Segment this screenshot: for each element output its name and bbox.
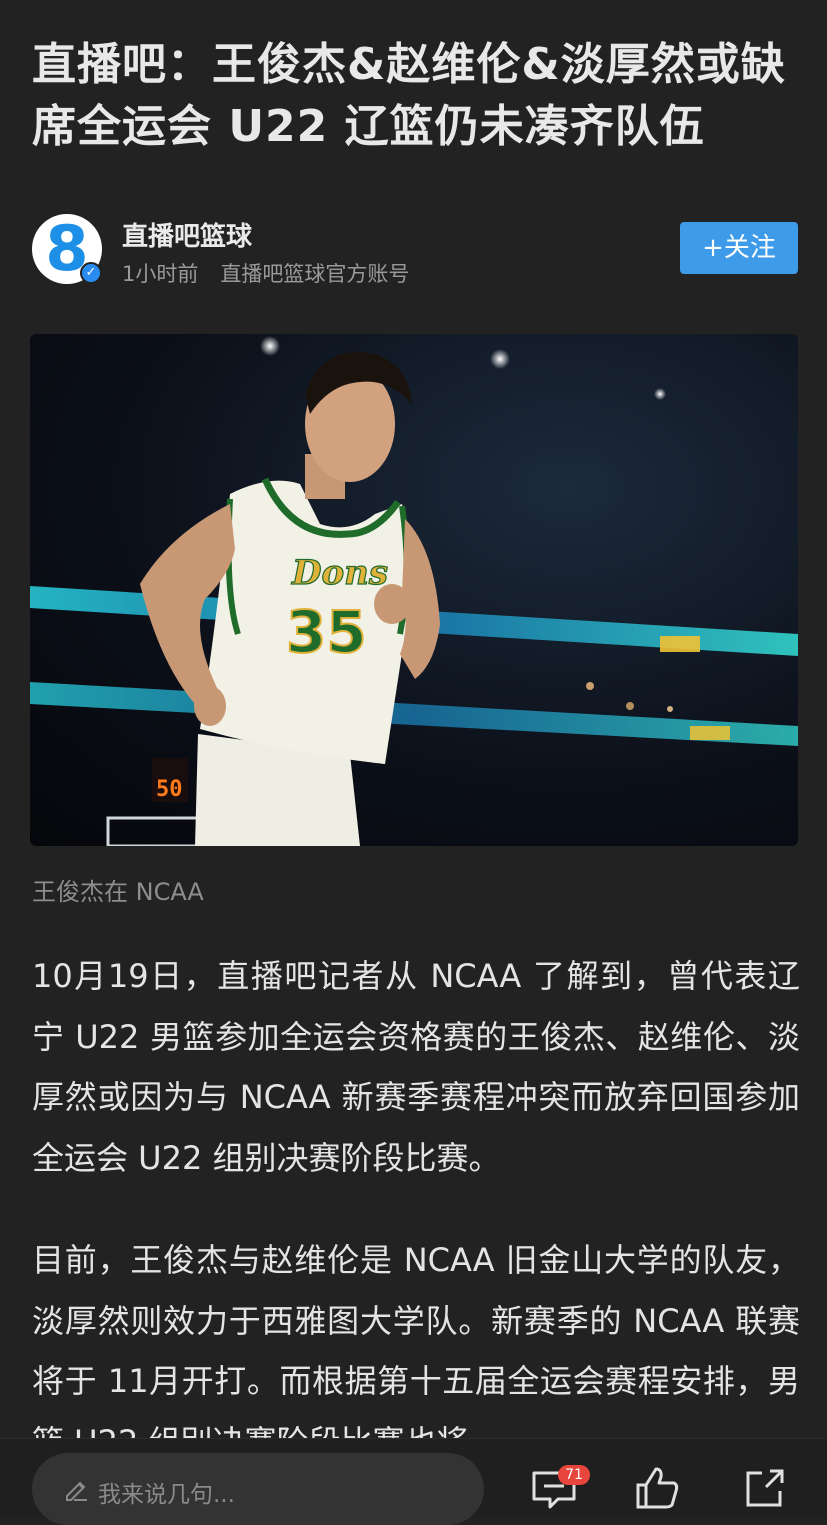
jersey-text: Dons bbox=[291, 553, 388, 593]
pencil-icon bbox=[66, 1481, 87, 1501]
jersey-number: 35 bbox=[286, 598, 367, 666]
bottom-action-bar: 我来说几句... 71 bbox=[0, 1438, 827, 1525]
article-title: 直播吧：王俊杰&赵维伦&淡厚然或缺席全运会 U22 辽篮仍未凑齐队伍 bbox=[32, 39, 786, 152]
comment-count-badge: 71 bbox=[558, 1465, 590, 1485]
article-photo[interactable]: 50 Dons 35 bbox=[30, 334, 798, 846]
author-row: 8 ✓ 直播吧篮球 1小时前 直播吧篮球官方账号 +关注 bbox=[32, 212, 798, 288]
verified-badge-icon: ✓ bbox=[80, 262, 102, 284]
image-caption: 王俊杰在 NCAA bbox=[32, 878, 204, 906]
article-paragraph-2: 目前，王俊杰与赵维伦是 NCAA 旧金山大学的队友，淡厚然则效力于西雅图大学队。… bbox=[32, 1241, 800, 1461]
publish-time: 1小时前 bbox=[122, 262, 199, 286]
author-description: 直播吧篮球官方账号 bbox=[220, 262, 410, 286]
comment-input[interactable]: 我来说几句... bbox=[32, 1453, 484, 1525]
share-icon[interactable] bbox=[742, 1465, 788, 1511]
author-meta: 1小时前 直播吧篮球官方账号 bbox=[122, 258, 409, 288]
author-name[interactable]: 直播吧篮球 bbox=[122, 216, 252, 253]
follow-button[interactable]: +关注 bbox=[680, 222, 798, 274]
like-icon[interactable] bbox=[634, 1465, 680, 1511]
photo-illustration: 50 Dons 35 bbox=[30, 336, 798, 846]
article-paragraph-1: 10月19日，直播吧记者从 NCAA 了解到，曾代表辽宁 U22 男篮参加全运会… bbox=[32, 957, 800, 1177]
comment-placeholder: 我来说几句... bbox=[98, 1482, 235, 1508]
shot-clock-text: 50 bbox=[156, 777, 183, 802]
